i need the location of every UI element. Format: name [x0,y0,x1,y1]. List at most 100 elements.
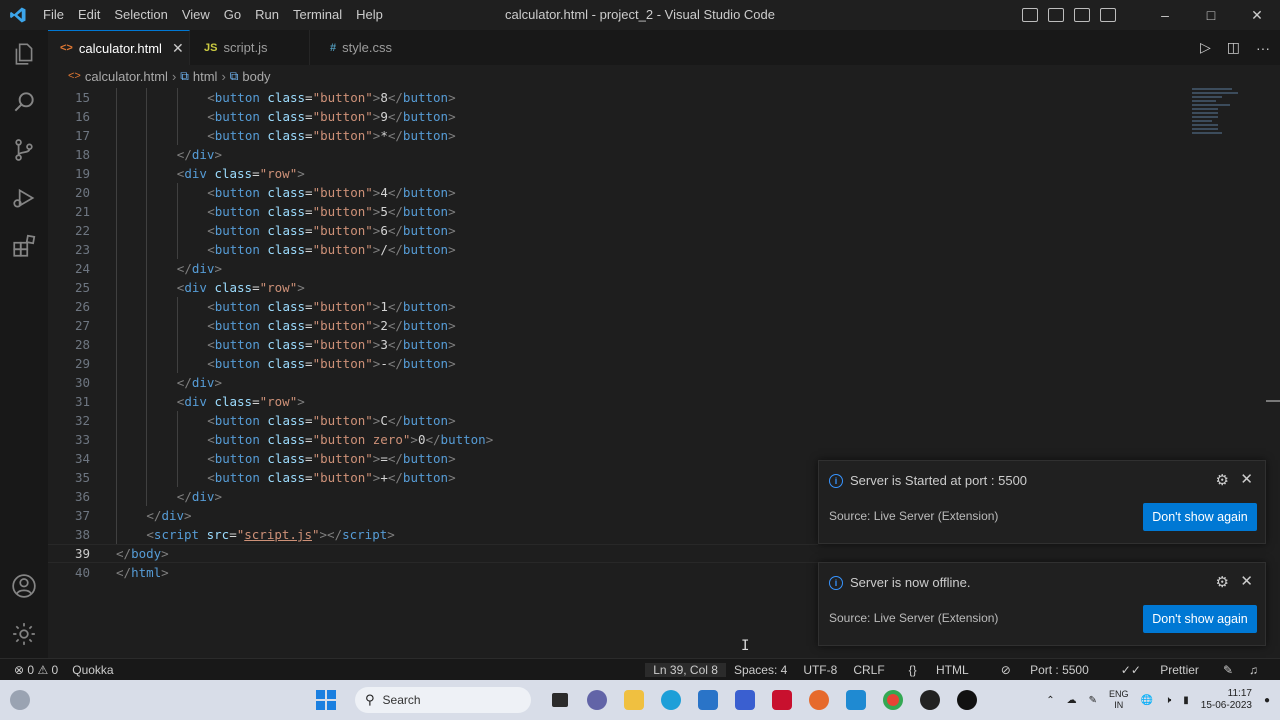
code-line[interactable]: 39 </body> [48,544,818,563]
indentation[interactable]: Spaces: 4 [726,663,795,677]
menu-edit[interactable]: Edit [71,0,107,30]
close-tab-icon[interactable]: ✕ [172,40,184,57]
search-icon[interactable] [0,78,48,126]
visual-studio-icon[interactable] [731,684,759,716]
scrollbar-thumb[interactable] [1266,400,1280,402]
app-icon[interactable] [916,684,944,716]
notification-gear-icon[interactable]: ⚙ [1216,573,1229,591]
vscode-taskbar-icon[interactable] [842,684,870,716]
input-language[interactable]: ENG IN [1109,689,1129,711]
encoding[interactable]: UTF-8 [795,663,845,677]
explorer-icon[interactable] [0,30,48,78]
quokka-status[interactable]: Quokka [72,663,113,677]
more-actions-icon[interactable]: ··· [1256,40,1270,56]
prettier-status[interactable]: ✓✓ Prettier [1105,663,1215,677]
code-line[interactable]: 37 </div> [48,506,818,525]
code-line[interactable]: 21 <button class="button">5</button> [48,202,818,221]
accounts-icon[interactable] [0,562,48,610]
pen-icon[interactable]: ✎ [1089,695,1097,706]
dont-show-again-button[interactable]: Don't show again [1143,503,1257,531]
dont-show-again-button[interactable]: Don't show again [1143,605,1257,633]
menu-go[interactable]: Go [217,0,248,30]
code-line[interactable]: 19 <div class="row"> [48,164,818,183]
breadcrumb-html[interactable]: html [193,69,218,84]
language-mode[interactable]: {} HTML [893,663,985,677]
menu-selection[interactable]: Selection [107,0,174,30]
manage-gear-icon[interactable] [0,610,48,658]
code-line[interactable]: 27 <button class="button">2</button> [48,316,818,335]
code-line[interactable]: 31 <div class="row"> [48,392,818,411]
end-of-line[interactable]: CRLF [845,663,892,677]
toggle-primary-sidebar-icon[interactable] [1022,8,1038,22]
chrome-icon[interactable] [879,684,907,716]
code-line[interactable]: 17 <button class="button">*</button> [48,126,818,145]
media-player-icon[interactable] [953,684,981,716]
tab-calculator-html[interactable]: <> calculator.html ✕ [48,30,190,65]
source-control-icon[interactable] [0,126,48,174]
toggle-panel-icon[interactable] [1048,8,1064,22]
run-debug-icon[interactable] [0,174,48,222]
menu-file[interactable]: File [36,0,71,30]
breadcrumb-body[interactable]: body [242,69,270,84]
maximize-button[interactable]: □ [1188,0,1234,30]
code-line[interactable]: 28 <button class="button">3</button> [48,335,818,354]
code-line[interactable]: 20 <button class="button">4</button> [48,183,818,202]
customize-layout-icon[interactable] [1100,8,1116,22]
code-line[interactable]: 32 <button class="button">C</button> [48,411,818,430]
taskbar-search[interactable]: ⚲ Search [355,687,531,713]
code-line[interactable]: 38 <script src="script.js"></script> [48,525,818,544]
code-line[interactable]: 24 </div> [48,259,818,278]
edge-browser-icon[interactable] [657,684,685,716]
battery-icon[interactable]: ▮ [1183,695,1189,706]
notifications-bell-icon[interactable]: ♫ [1241,663,1266,677]
menu-help[interactable]: Help [349,0,390,30]
chevron-up-icon[interactable]: ⌃ [1046,695,1054,706]
problems-indicator[interactable]: ⊗ 0 ⚠ 0 [14,663,58,677]
file-explorer-icon[interactable] [620,684,648,716]
minimap[interactable] [1192,88,1242,138]
extensions-icon[interactable] [0,222,48,270]
code-line[interactable]: 18 </div> [48,145,818,164]
clock[interactable]: 11:17 15-06-2023 [1201,688,1252,712]
code-line[interactable]: 35 <button class="button">+</button> [48,468,818,487]
store-icon[interactable] [694,684,722,716]
notification-close-icon[interactable]: ✕ [1240,572,1253,590]
teams-chat-icon[interactable] [583,684,611,716]
widgets-icon[interactable] [10,690,30,710]
code-line[interactable]: 25 <div class="row"> [48,278,818,297]
cloud-icon[interactable]: ☁ [1067,695,1077,706]
windows-start-icon[interactable] [312,684,340,716]
task-view-icon[interactable] [546,684,574,716]
close-window-button[interactable]: ✕ [1234,0,1280,30]
breadcrumb-file[interactable]: calculator.html [85,69,168,84]
code-line[interactable]: 30 </div> [48,373,818,392]
code-line[interactable]: 36 </div> [48,487,818,506]
minimize-button[interactable]: – [1142,0,1188,30]
live-server-port[interactable]: ⊘ Port : 5500 [985,663,1105,677]
tab-style-css[interactable]: # style.css [310,30,430,65]
firefox-icon[interactable] [805,684,833,716]
code-line[interactable]: 29 <button class="button">-</button> [48,354,818,373]
code-line[interactable]: 15 <button class="button">8</button> [48,88,818,107]
network-icon[interactable]: 🌐 [1141,695,1153,706]
notification-close-icon[interactable]: ✕ [1240,470,1253,488]
code-line[interactable]: 26 <button class="button">1</button> [48,297,818,316]
run-file-icon[interactable]: ▷ [1200,39,1211,56]
menu-terminal[interactable]: Terminal [286,0,349,30]
mcafee-icon[interactable] [768,684,796,716]
code-line[interactable]: 23 <button class="button">/</button> [48,240,818,259]
feedback-icon[interactable]: ✎ [1215,663,1241,677]
code-line[interactable]: 22 <button class="button">6</button> [48,221,818,240]
volume-icon[interactable]: 🕨 [1165,695,1171,706]
toggle-secondary-sidebar-icon[interactable] [1074,8,1090,22]
cursor-position[interactable]: Ln 39, Col 8 [645,662,726,677]
notification-center-icon[interactable]: ● [1264,695,1270,706]
code-line[interactable]: 34 <button class="button">=</button> [48,449,818,468]
code-line[interactable]: 16 <button class="button">9</button> [48,107,818,126]
notification-gear-icon[interactable]: ⚙ [1216,471,1229,489]
code-line[interactable]: 40 </html> [48,563,818,582]
tab-script-js[interactable]: JS script.js [190,30,310,65]
split-editor-icon[interactable]: ◫ [1227,39,1240,56]
menu-run[interactable]: Run [248,0,286,30]
menu-view[interactable]: View [175,0,217,30]
